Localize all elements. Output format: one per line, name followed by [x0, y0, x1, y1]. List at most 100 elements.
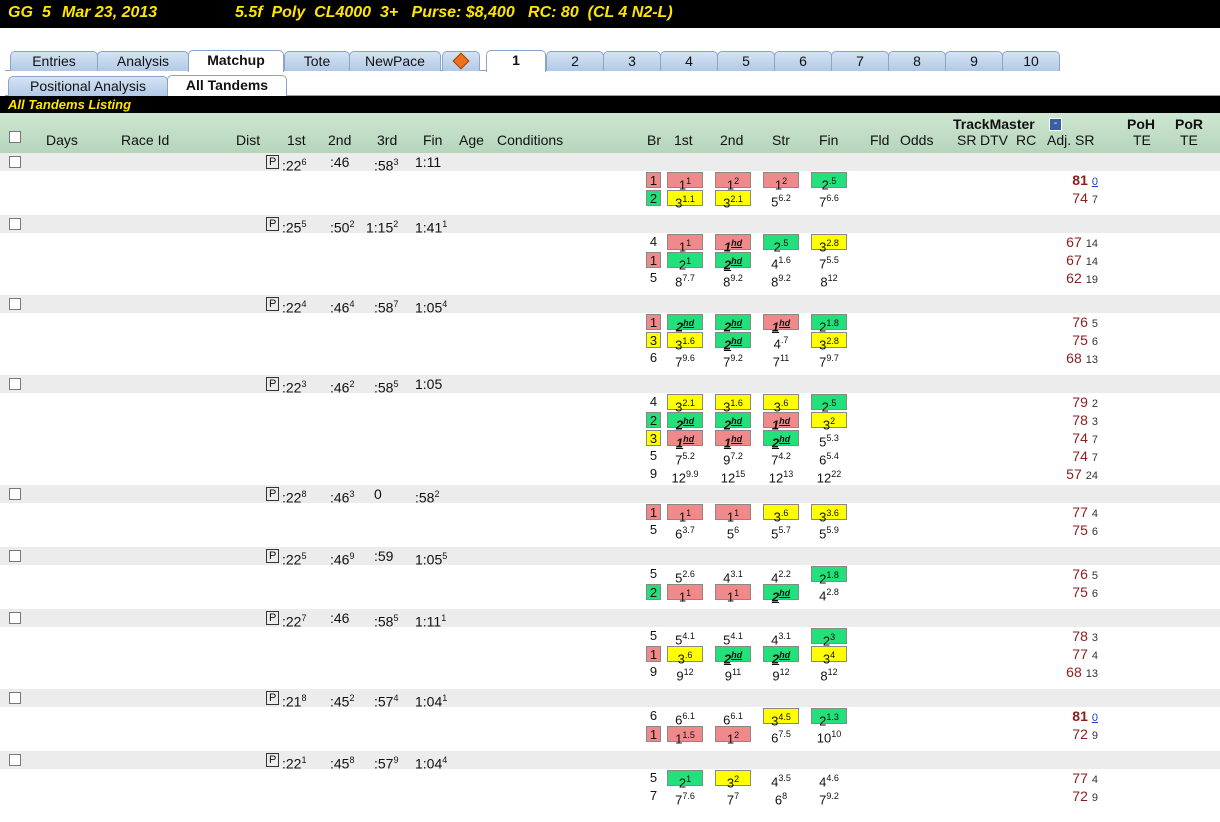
tab-horse-7[interactable]: 7 — [831, 51, 889, 71]
tab-all-tandems[interactable]: All Tandems — [167, 75, 287, 97]
tab-horse-2[interactable]: 2 — [546, 51, 604, 71]
break-position: 1 — [646, 172, 661, 188]
tab-entries[interactable]: Entries — [10, 51, 98, 71]
call-stretch: 68 — [763, 788, 799, 807]
race-checkbox[interactable] — [9, 298, 21, 310]
collapse-icon[interactable]: - — [1049, 118, 1062, 131]
call-finish-lengths: 5.9 — [826, 525, 839, 535]
call-first-lengths: 9.9 — [685, 469, 699, 479]
call-second-lengths: 2.1 — [730, 194, 743, 204]
call-second-lengths: 3.1 — [730, 569, 743, 579]
tab-horse-3[interactable]: 3 — [603, 51, 661, 71]
adjusted-sr-sub: 0 — [1091, 712, 1098, 724]
final-time-fraction: 5 — [442, 551, 448, 561]
call-second-lengths: 1 — [734, 588, 740, 598]
adjusted-sr: 76 5 — [1062, 566, 1098, 584]
call-finish-lengths: 2.8 — [826, 238, 839, 248]
final-time: 1:11 — [415, 154, 441, 170]
adjusted-sr-value: 79 — [1072, 394, 1088, 410]
call-finish: 32 — [811, 412, 847, 432]
fraction-third-fraction: 2 — [393, 219, 399, 229]
col-dist: Dist — [236, 132, 261, 148]
adjusted-sr: 81 0 — [1062, 708, 1098, 726]
call-stretch: 41.6 — [763, 252, 799, 271]
tab-horse-8[interactable]: 8 — [888, 51, 946, 71]
pace-box-icon[interactable]: P — [266, 611, 280, 625]
tab-horse-1[interactable]: 1 — [486, 50, 546, 72]
race-checkbox[interactable] — [9, 156, 21, 168]
pace-box-icon[interactable]: P — [266, 549, 280, 563]
col-final-time: Fin — [423, 132, 443, 148]
race-row: P:227:46:585 1:111 — [0, 609, 1220, 630]
call-first-pos: 12 — [671, 470, 686, 486]
race-checkbox[interactable] — [9, 218, 21, 230]
tab-horse-10[interactable]: 10 — [1002, 51, 1060, 71]
tab-horse-9[interactable]: 9 — [945, 51, 1003, 71]
break-position: 9 — [649, 466, 658, 481]
break-position: 3 — [646, 430, 661, 446]
call-stretch: 1hd — [763, 314, 799, 334]
call-finish: 1010 — [811, 726, 847, 745]
race-checkbox[interactable] — [9, 754, 21, 766]
adjusted-sr-value: 74 — [1072, 448, 1088, 464]
tab-diamond-icon[interactable] — [442, 51, 480, 71]
race-row: P:223:462:585 1:05 — [0, 375, 1220, 396]
race-row: P:224:464:587 1:054 — [0, 295, 1220, 316]
pace-box-icon[interactable]: P — [266, 297, 280, 311]
race-number: 5 — [42, 4, 51, 21]
tab-positional-analysis[interactable]: Positional Analysis — [8, 76, 168, 96]
call-finish: 79.2 — [811, 788, 847, 807]
call-first: 11.5 — [667, 726, 703, 746]
col-second-call: 2nd — [328, 132, 352, 148]
tab-horse-4[interactable]: 4 — [660, 51, 718, 71]
call-first-lengths: 12 — [683, 667, 694, 677]
col-age: Age — [459, 132, 484, 148]
select-all-checkbox[interactable] — [9, 131, 21, 143]
tab-horse-5[interactable]: 5 — [717, 51, 775, 71]
race-checkbox[interactable] — [9, 550, 21, 562]
adjusted-sr-value: 75 — [1072, 332, 1088, 348]
call-stretch: 1213 — [763, 466, 799, 485]
call-stretch-lengths: 11 — [779, 353, 790, 363]
tab-tote[interactable]: Tote — [284, 51, 350, 71]
tab-newpace[interactable]: NewPace — [349, 51, 441, 71]
fraction-second: :46 — [330, 154, 349, 170]
call-second-pos: 12 — [720, 470, 736, 486]
call-first: 2hd — [667, 412, 703, 432]
call-finish: 44.6 — [811, 770, 847, 789]
adjusted-sr: 72 9 — [1062, 726, 1098, 744]
pace-box-icon[interactable]: P — [266, 377, 280, 391]
tab-horse-6[interactable]: 6 — [774, 51, 832, 71]
call-second-lengths: 1 — [734, 508, 740, 518]
race-checkbox[interactable] — [9, 612, 21, 624]
race-checkbox[interactable] — [9, 378, 21, 390]
pace-box-icon[interactable]: P — [266, 217, 280, 231]
tab-matchup[interactable]: Matchup — [188, 50, 284, 72]
call-second-lengths: hd — [731, 650, 743, 660]
adjusted-sr-sub: 14 — [1085, 238, 1098, 250]
pace-box-icon[interactable]: P — [266, 155, 280, 169]
call-first-pos: 9 — [676, 668, 684, 684]
break-position: 1 — [646, 314, 661, 330]
call-finish: 2.5 — [811, 394, 847, 414]
adjusted-sr-sub: 13 — [1085, 668, 1098, 680]
track-code: GG — [8, 4, 33, 21]
pace-box-icon[interactable]: P — [266, 487, 280, 501]
call-first-lengths: hd — [683, 416, 695, 426]
pace-box-icon[interactable]: P — [266, 691, 280, 705]
tab-analysis[interactable]: Analysis — [97, 51, 189, 71]
adjusted-sr-sub: 13 — [1085, 354, 1098, 366]
call-first-lengths: 7.7 — [682, 273, 695, 283]
call-finish: 23 — [811, 628, 847, 648]
call-stretch-lengths: 2.2 — [778, 569, 791, 579]
fraction-second-fraction: 3 — [349, 489, 355, 499]
call-first-lengths: 7.6 — [682, 791, 695, 801]
race-checkbox[interactable] — [9, 692, 21, 704]
adjusted-sr-sub: 7 — [1091, 434, 1098, 446]
race-checkbox[interactable] — [9, 488, 21, 500]
call-stretch-pos: 9 — [772, 668, 780, 684]
pace-box-icon[interactable]: P — [266, 753, 280, 767]
call-stretch-lengths: 1.6 — [778, 255, 791, 265]
adjusted-sr-value: 57 — [1066, 466, 1082, 482]
call-first-lengths: hd — [683, 434, 695, 444]
